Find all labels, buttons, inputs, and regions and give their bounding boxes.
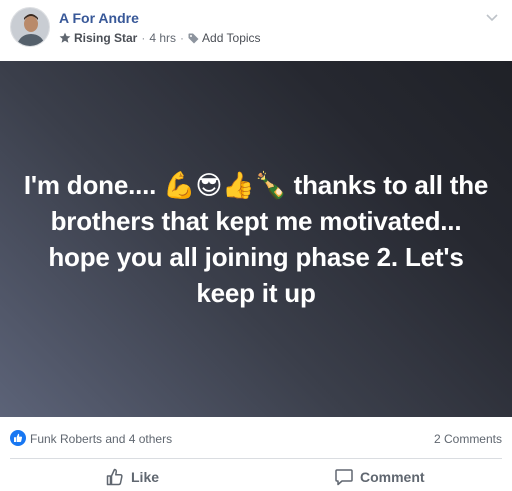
divider: [10, 458, 502, 459]
like-reaction-icon[interactable]: [10, 430, 26, 449]
chevron-down-icon[interactable]: [485, 10, 499, 28]
comments-count[interactable]: 2 Comments: [434, 432, 502, 446]
post-text: I'm done.... 💪😎👍🍾 thanks to all the brot…: [23, 170, 489, 308]
comment-bubble-icon: [334, 467, 354, 487]
separator: ·: [141, 31, 146, 45]
comment-button[interactable]: Comment: [334, 463, 425, 491]
avatar[interactable]: [10, 7, 50, 47]
star-icon: [59, 32, 71, 44]
rising-star-badge[interactable]: Rising Star: [74, 31, 137, 45]
comment-label: Comment: [360, 469, 425, 485]
timestamp[interactable]: 4 hrs: [149, 31, 176, 45]
tag-icon: [188, 33, 199, 44]
author-name[interactable]: A For Andre: [59, 10, 139, 26]
separator: ·: [180, 31, 185, 45]
post-meta: Rising Star · 4 hrs · Add Topics: [59, 31, 261, 45]
reaction-summary[interactable]: Funk Roberts and 4 others: [30, 432, 172, 446]
like-button[interactable]: Like: [105, 463, 159, 491]
like-label: Like: [131, 469, 160, 485]
thumbs-up-icon: [105, 467, 125, 487]
post-header: A For Andre Rising Star · 4 hrs · Add To…: [0, 0, 512, 60]
post-background: I'm done.... 💪😎👍🍾 thanks to all the brot…: [0, 61, 512, 417]
add-topics-link[interactable]: Add Topics: [202, 31, 260, 45]
reaction-bar: Funk Roberts and 4 others 2 Comments: [10, 428, 502, 448]
post-actions: Like Comment: [0, 463, 512, 491]
